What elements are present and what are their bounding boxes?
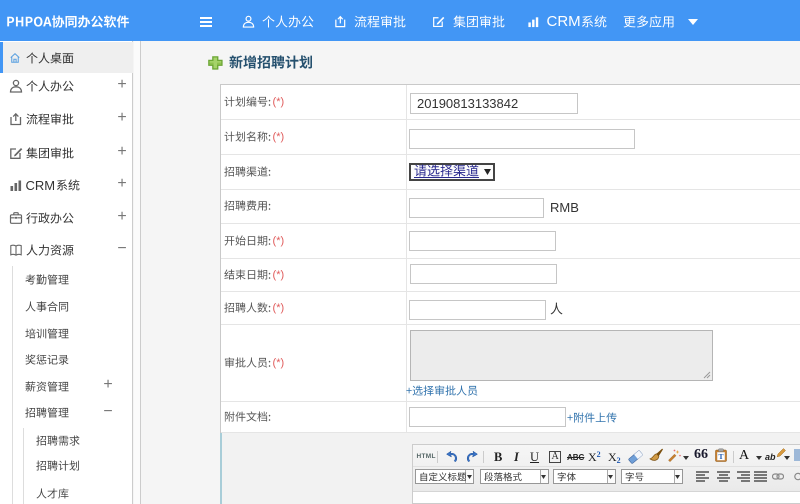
svg-text:T: T: [718, 452, 723, 461]
